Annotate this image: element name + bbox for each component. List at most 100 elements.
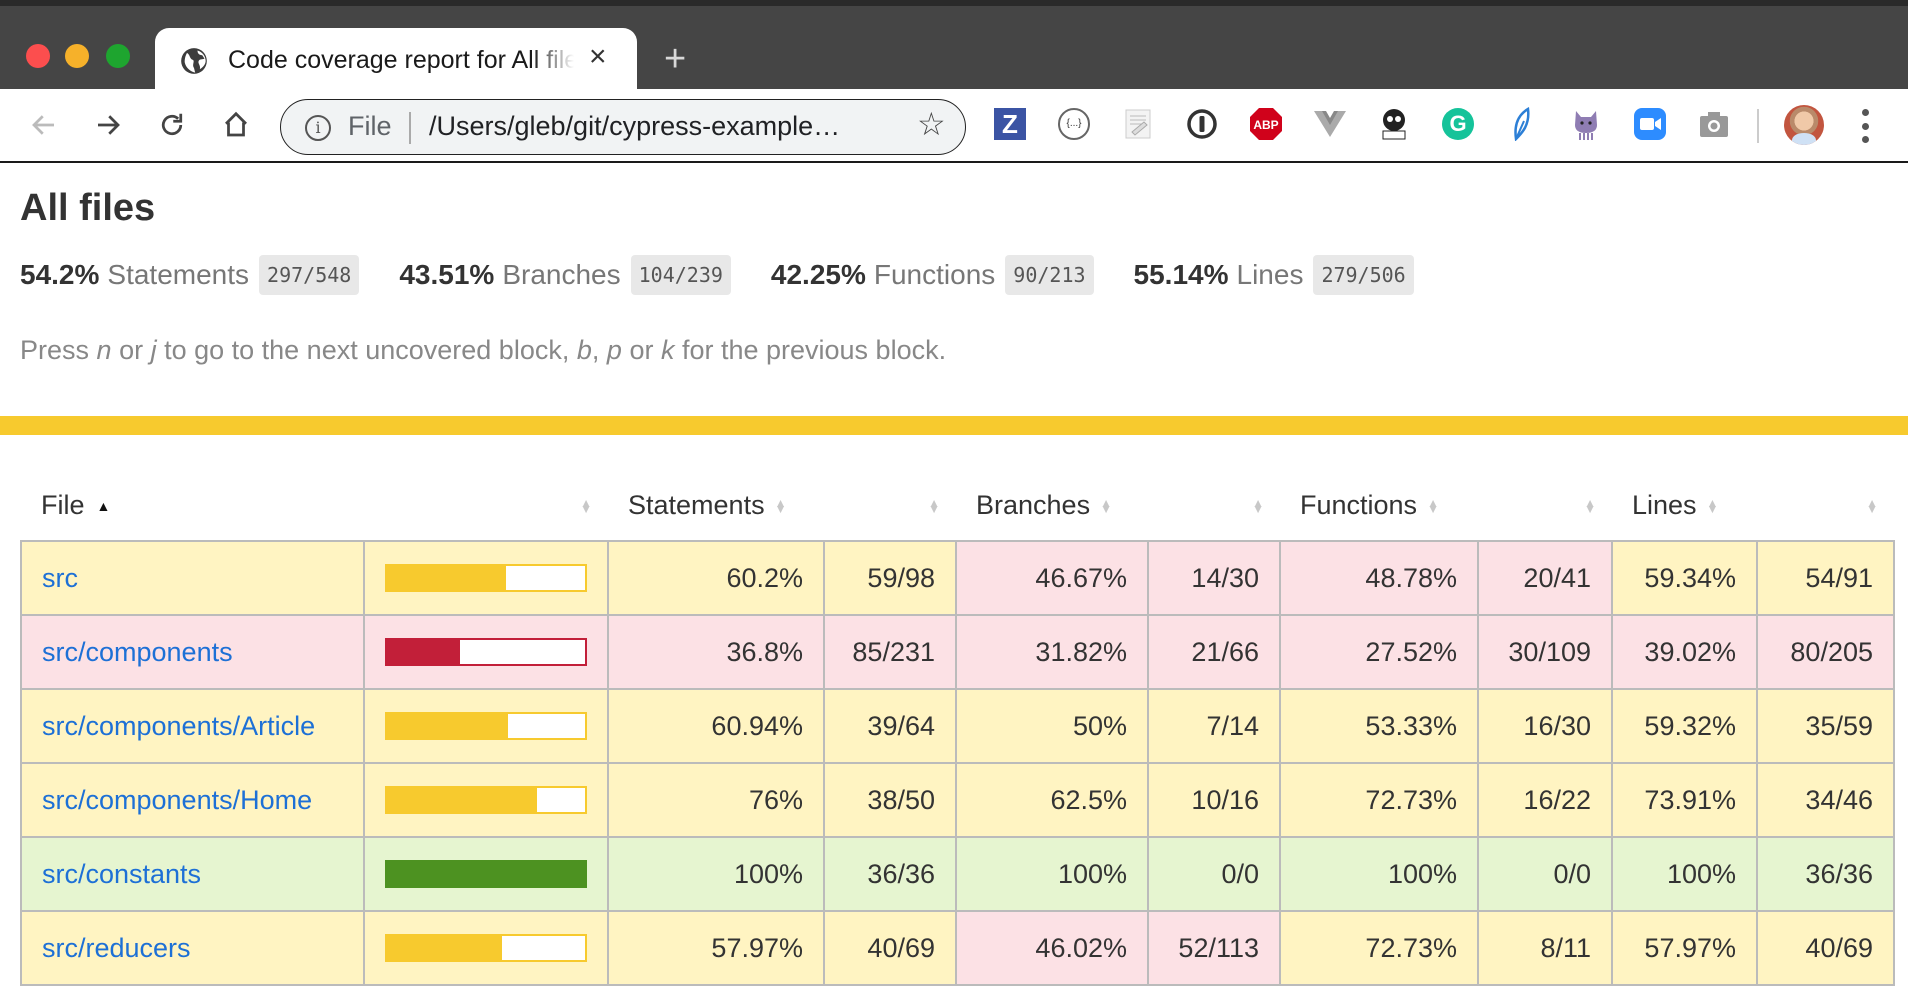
summary-pct: 43.51% — [399, 259, 495, 290]
reload-button[interactable] — [152, 105, 192, 145]
vue-devtools-icon[interactable] — [1312, 106, 1348, 142]
coverage-bar-cell — [363, 688, 609, 764]
grammarly-g-glyph: G — [1442, 108, 1474, 140]
functions-fraction-cell: 20/41 — [1477, 540, 1613, 616]
file-link[interactable]: src/components — [42, 637, 233, 667]
file-link[interactable]: src/reducers — [42, 933, 191, 963]
address-bar[interactable]: i File /Users/gleb/git/cypress-example… … — [280, 99, 966, 155]
summary-label: Branches — [502, 259, 621, 290]
branches-pct-cell: 31.82% — [955, 614, 1149, 690]
sort-ascending-icon: ▲ — [96, 498, 111, 515]
summary-fraction: 297/548 — [259, 255, 360, 295]
hint-key: p — [606, 335, 622, 365]
file-link[interactable]: src/constants — [42, 859, 201, 889]
zoom-icon[interactable] — [1632, 106, 1668, 142]
branches-fraction-cell: 10/16 — [1147, 762, 1281, 838]
header-file[interactable]: File ▲ — [21, 470, 364, 541]
lines-fraction-cell: 35/59 — [1756, 688, 1895, 764]
header-statements-raw[interactable]: ▲ ▼ — [824, 470, 956, 541]
lines-fraction-cell: 80/205 — [1756, 614, 1895, 690]
lines-pct-cell: 39.02% — [1611, 614, 1758, 690]
header-statements[interactable]: Statements ▲ ▼ — [608, 470, 824, 541]
file-link[interactable]: src/components/Article — [42, 711, 315, 741]
json-formatter-icon[interactable]: {...} — [1056, 106, 1092, 142]
browser-menu-button[interactable] — [1861, 109, 1869, 143]
summary-label: Statements — [107, 259, 250, 290]
json-braces-glyph: {...} — [1058, 108, 1090, 140]
header-branches-raw[interactable]: ▲ ▼ — [1148, 470, 1280, 541]
summary-fraction: 104/239 — [630, 255, 731, 295]
sort-icon: ▲ ▼ — [1584, 495, 1596, 517]
file-link[interactable]: src — [42, 563, 78, 593]
sort-icon: ▲ ▼ — [1100, 495, 1112, 517]
kuker-icon[interactable] — [1376, 106, 1412, 142]
table-row: src/constants 100% 36/36 100% 0/0 100% 0/0 100%… — [20, 836, 1895, 912]
octocat-extension-icon[interactable] — [1568, 106, 1604, 142]
header-functions-raw[interactable]: ▲ ▼ — [1478, 470, 1612, 541]
statements-fraction-cell: 40/69 — [823, 910, 957, 986]
statements-fraction-cell: 59/98 — [823, 540, 957, 616]
camera-icon — [1700, 112, 1728, 137]
file-cell: src/constants — [20, 836, 365, 912]
keyboard-hint: Press n or j to go to the next uncovered… — [20, 335, 946, 366]
coverage-bar-fill — [387, 566, 507, 590]
coverage-report-page: All files 54.2% Statements 297/548 43.51… — [0, 163, 1908, 998]
info-icon[interactable]: i — [305, 115, 331, 141]
grammarly-icon[interactable]: G — [1440, 106, 1476, 142]
adblock-plus-icon[interactable]: ABP — [1248, 106, 1284, 142]
sort-icon: ▲ ▼ — [1706, 495, 1719, 517]
1password-icon[interactable] — [1184, 106, 1220, 142]
summary-fraction: 90/213 — [1005, 255, 1094, 295]
hint-text: for the previous block. — [674, 335, 947, 365]
new-tab-button[interactable]: + — [664, 40, 686, 78]
file-cell: src/components — [20, 614, 365, 690]
notes-extension-icon[interactable] — [1120, 106, 1156, 142]
vue-v-icon — [1314, 111, 1346, 137]
forward-button[interactable] — [88, 105, 128, 145]
lines-fraction-cell: 40/69 — [1756, 910, 1895, 986]
browser-tab-active[interactable]: Code coverage report for All files × — [155, 28, 637, 96]
feather-extension-icon[interactable] — [1504, 106, 1540, 142]
summary-pct: 42.25% — [770, 259, 866, 290]
tab-close-icon[interactable]: × — [589, 42, 607, 72]
summary-lines: 55.14% Lines 279/506 — [1134, 255, 1414, 295]
file-link[interactable]: src/components/Home — [42, 785, 312, 815]
zotero-extension-icon[interactable]: Z — [992, 106, 1028, 142]
close-window-button[interactable] — [26, 44, 50, 68]
screenshot-camera-icon[interactable] — [1696, 106, 1732, 142]
coverage-bar-cell — [363, 910, 609, 986]
coverage-bar-fill — [387, 640, 460, 664]
summary-label: Lines — [1236, 259, 1304, 290]
sort-icon: ▲ ▼ — [1427, 495, 1439, 517]
header-label: Functions — [1300, 489, 1418, 520]
header-label: Lines — [1632, 489, 1697, 520]
header-file-bar[interactable]: ▲ ▼ — [364, 470, 608, 541]
coverage-bar-cell — [363, 762, 609, 838]
back-button[interactable] — [24, 105, 64, 145]
functions-pct-cell: 48.78% — [1279, 540, 1479, 616]
arrow-left-icon — [32, 115, 54, 135]
summary-functions: 42.25% Functions 90/213 — [771, 255, 1094, 295]
sort-icon: ▲ ▼ — [1252, 495, 1264, 517]
functions-fraction-cell: 8/11 — [1477, 910, 1613, 986]
sort-icon: ▲ ▼ — [928, 495, 940, 517]
minimize-window-button[interactable] — [65, 44, 89, 68]
coverage-table-body: src 60.2% 59/98 46.67% 14/30 48.78% 20/41 59.34… — [20, 540, 1895, 986]
functions-fraction-cell: 0/0 — [1477, 836, 1613, 912]
header-branches[interactable]: Branches ▲ ▼ — [956, 470, 1148, 541]
lines-pct-cell: 73.91% — [1611, 762, 1758, 838]
address-url[interactable]: /Users/gleb/git/cypress-example… — [429, 111, 840, 142]
header-lines[interactable]: Lines ▲ ▼ — [1612, 470, 1757, 541]
maximize-window-button[interactable] — [106, 44, 130, 68]
statements-pct-cell: 36.8% — [607, 614, 825, 690]
header-functions[interactable]: Functions ▲ ▼ — [1280, 470, 1478, 541]
bookmark-star-icon[interactable]: ☆ — [917, 108, 946, 140]
home-button[interactable] — [216, 105, 256, 145]
header-lines-raw[interactable]: ▲ ▼ — [1757, 470, 1894, 541]
sort-icon: ▲ ▼ — [1866, 495, 1878, 517]
svg-text:ABP: ABP — [1253, 118, 1278, 132]
sort-icon: ▲ ▼ — [774, 495, 787, 517]
coverage-status-bar — [0, 416, 1908, 435]
globe-icon — [181, 48, 207, 74]
profile-avatar[interactable] — [1784, 105, 1824, 145]
